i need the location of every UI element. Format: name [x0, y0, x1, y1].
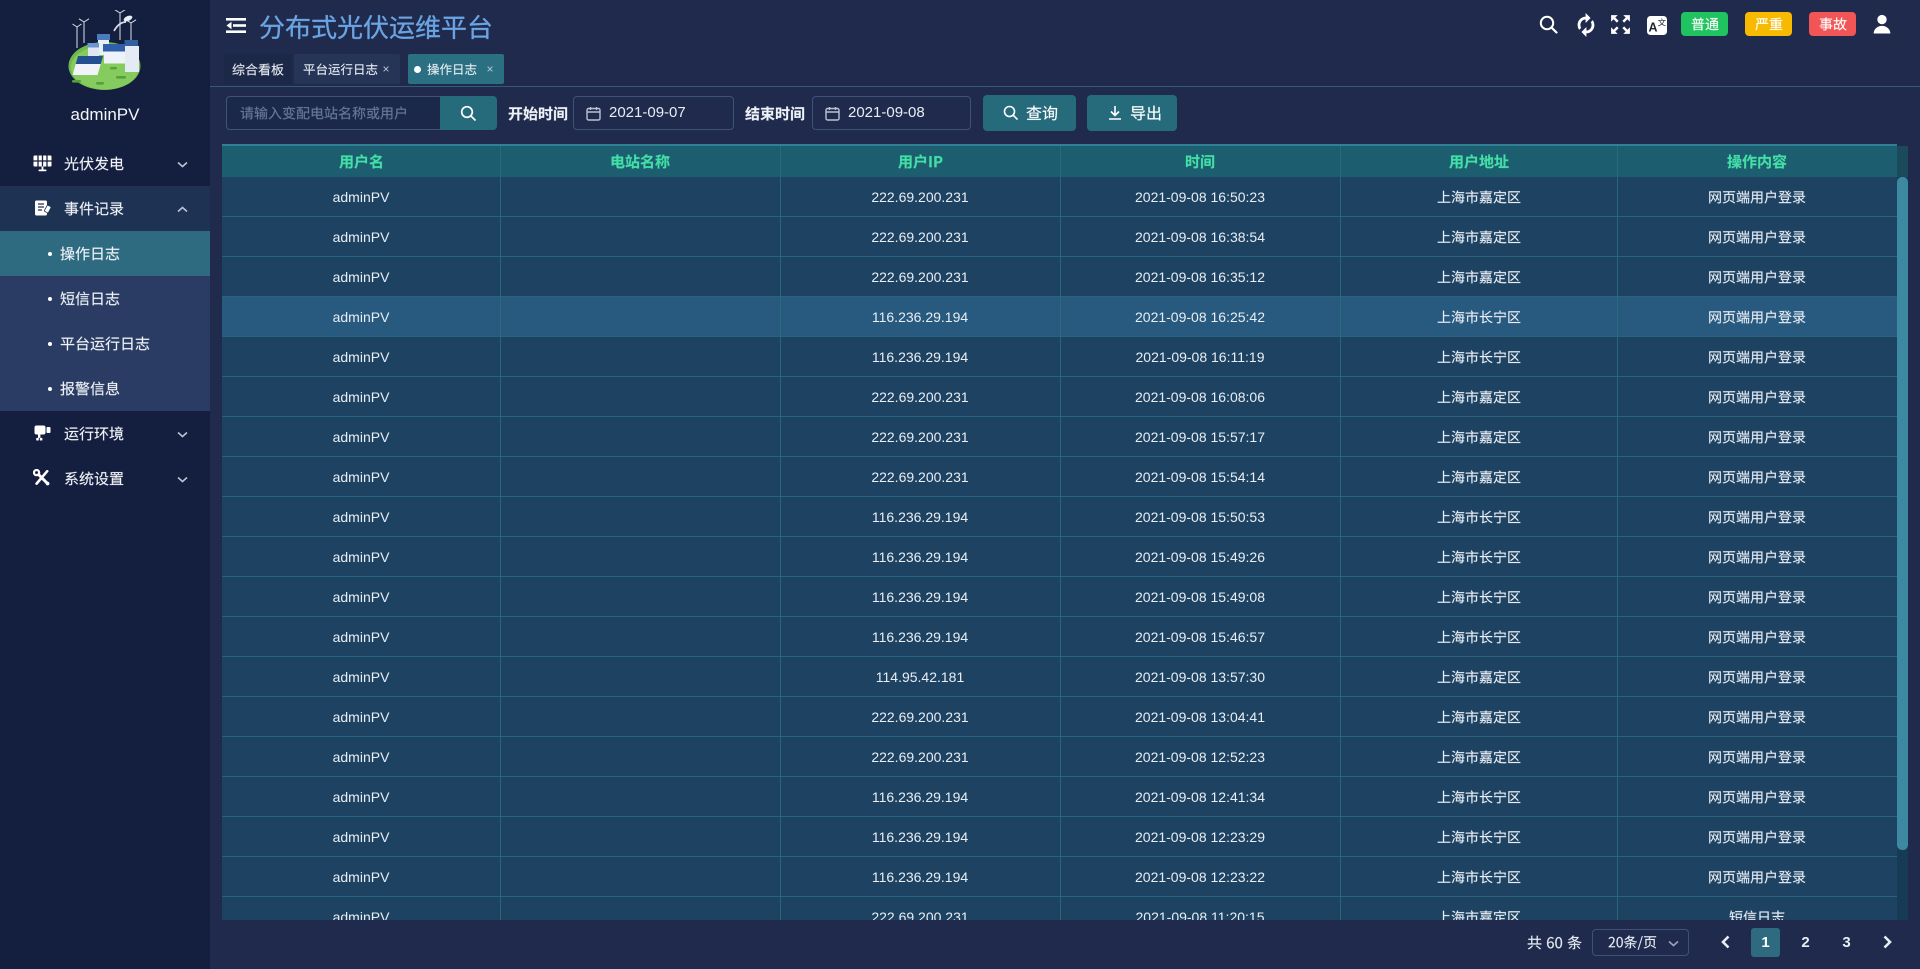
svg-text:A: A	[1648, 21, 1657, 35]
